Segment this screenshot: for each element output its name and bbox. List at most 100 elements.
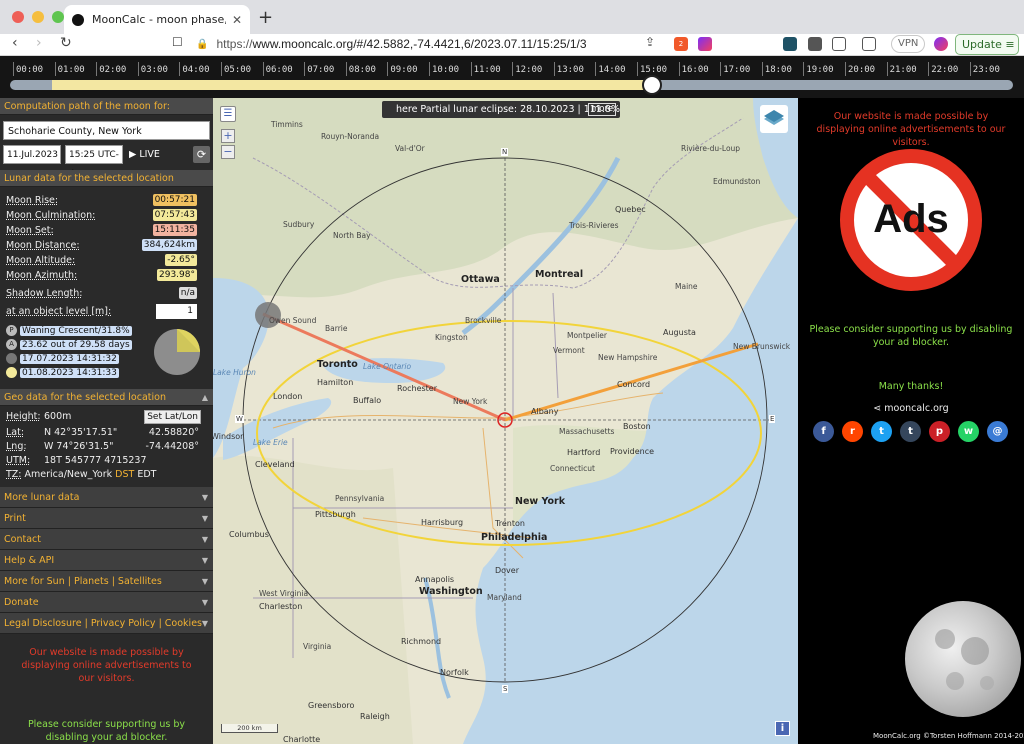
time-tick <box>553 62 555 76</box>
puzzle-extensions-icon[interactable] <box>808 37 822 51</box>
lunar-data-row: Moon Altitude: -2.65° <box>0 253 213 268</box>
map-place-label: Montreal <box>535 269 584 280</box>
refresh-icon[interactable]: ⟳ <box>193 146 210 163</box>
expand-icon[interactable]: ▼ <box>202 487 208 508</box>
left-panel: Computation path of the moon for: Schoha… <box>0 98 213 744</box>
wallet-icon[interactable] <box>862 37 876 51</box>
lunar-data-row: Moon Distance: 384,624km <box>0 238 213 253</box>
eclipse-banner[interactable]: here Partial lunar eclipse: 28.10.2023 |… <box>382 101 620 118</box>
browser-tab[interactable]: MoonCalc - moon phase, lunar ✕ <box>64 5 250 34</box>
zoom-in-button[interactable]: + <box>221 129 235 143</box>
live-button[interactable]: ▶ LIVE <box>129 149 160 160</box>
menu-section-1[interactable]: Print ▼ <box>0 508 213 529</box>
menu-section-4[interactable]: More for Sun | Planets | Satellites ▼ <box>0 571 213 592</box>
expand-icon[interactable]: ▼ <box>202 613 208 634</box>
time-tick-label: 11:00 <box>473 65 501 75</box>
time-input[interactable]: 15:25 UTC-4 <box>65 145 123 179</box>
set-lat-lon-button[interactable]: Set Lat/Lon <box>144 410 201 424</box>
collapse-icon[interactable]: ▲ <box>202 389 208 406</box>
expand-icon[interactable]: ▼ <box>202 529 208 550</box>
expand-icon[interactable]: ▼ <box>202 550 208 571</box>
hamburger-menu-icon[interactable]: ☰ <box>220 106 236 122</box>
menu-section-label: Donate <box>4 597 39 608</box>
whatsapp-share-icon[interactable]: w <box>958 421 979 442</box>
lng-label: Lng: <box>6 441 27 452</box>
time-tick-label: 03:00 <box>140 65 168 75</box>
facebook-share-icon[interactable]: f <box>813 421 834 442</box>
expand-icon[interactable]: ▼ <box>202 571 208 592</box>
time-tick-label: 10:00 <box>432 65 460 75</box>
reload-icon[interactable]: ↻ <box>60 35 72 51</box>
time-tick-label: 07:00 <box>307 65 335 75</box>
profile-avatar[interactable] <box>934 37 948 51</box>
lunar-data-header[interactable]: Lunar data for the selected location <box>0 170 213 187</box>
sidebar-toggle-icon[interactable] <box>832 37 846 51</box>
expand-icon[interactable]: ▼ <box>202 508 208 529</box>
phase-marker-icon: P <box>6 325 17 336</box>
menu-section-2[interactable]: Contact ▼ <box>0 529 213 550</box>
tz-abbr: EDT <box>137 469 157 480</box>
pinterest-share-icon[interactable]: p <box>929 421 950 442</box>
phase-marker-icon: A <box>6 339 17 350</box>
thanks-text: Many thanks! <box>878 381 944 392</box>
map-place-label: Massachusetts <box>559 427 615 436</box>
brave-rewards-icon[interactable] <box>698 37 712 51</box>
zoom-out-button[interactable]: − <box>221 145 235 159</box>
back-icon[interactable]: ‹ <box>12 35 18 51</box>
new-tab-icon[interactable]: + <box>258 7 273 28</box>
shadow-length-value: n/a <box>178 287 197 299</box>
map-place-label: West Virginia <box>259 589 309 598</box>
computation-header: Computation path of the moon for: <box>0 98 213 115</box>
time-slider-handle[interactable] <box>641 75 662 95</box>
location-input[interactable]: Schoharie County, New York <box>3 121 210 140</box>
extension-icon[interactable] <box>783 37 797 51</box>
minimize-window-button[interactable] <box>32 11 44 23</box>
eclipse-more-button[interactable]: more <box>587 103 616 116</box>
time-tick-label: 23:00 <box>972 65 1000 75</box>
time-tick <box>678 62 680 76</box>
vpn-button[interactable]: VPN <box>891 35 926 53</box>
map-place-label: New Hampshire <box>598 353 658 362</box>
lunar-data-row: Moon Rise: 00:57:21 <box>0 193 213 208</box>
map-place-label: Augusta <box>663 328 696 337</box>
tab-close-icon[interactable]: ✕ <box>232 13 242 27</box>
map-view[interactable]: Timmins Rouyn-Noranda Val-d'Or Rivière-du-L… <box>213 98 798 744</box>
brave-shield-icon[interactable]: 2 <box>674 37 688 51</box>
bookmark-icon[interactable]: ☐ <box>172 35 183 49</box>
lunar-data-row: Moon Culmination: 07:57:43 <box>0 208 213 223</box>
map-place-label: Owen Sound <box>269 316 317 325</box>
object-level-input[interactable]: 1 <box>156 304 197 319</box>
map-place-label: New York <box>453 397 488 406</box>
tumblr-share-icon[interactable]: t <box>900 421 921 442</box>
map-place-label: Cleveland <box>255 460 295 469</box>
shadow-length-row: Shadow Length: n/a <box>0 286 213 301</box>
menu-section-0[interactable]: More lunar data ▼ <box>0 487 213 508</box>
maximize-window-button[interactable] <box>52 11 64 23</box>
time-slider[interactable]: 00:00 01:00 02:00 03:00 04:00 05:00 06:00 07:00… <box>0 56 1024 98</box>
map-place-label: Dover <box>495 566 519 575</box>
forward-icon[interactable]: › <box>36 35 42 51</box>
share-label: mooncalc.org <box>884 403 949 414</box>
menu-section-6[interactable]: Legal Disclosure | Privacy Policy | Cook… <box>0 613 213 634</box>
ads-text: Ads <box>873 197 949 241</box>
email-share-icon[interactable]: @ <box>987 421 1008 442</box>
map-info-icon[interactable]: i <box>775 721 790 736</box>
close-window-button[interactable] <box>12 11 24 23</box>
menu-section-5[interactable]: Donate ▼ <box>0 592 213 613</box>
twitter-share-icon[interactable]: t <box>871 421 892 442</box>
share-page-icon[interactable]: ⇪ <box>645 35 655 49</box>
geo-data-header[interactable]: Geo data for the selected location ▲ <box>0 389 213 406</box>
menu-section-3[interactable]: Help & API ▼ <box>0 550 213 571</box>
layers-icon[interactable] <box>760 105 788 133</box>
time-tick-label: 14:00 <box>598 65 626 75</box>
update-button[interactable]: Update ≡ <box>955 34 1019 55</box>
menu-section-label: Help & API <box>4 555 55 566</box>
reddit-share-icon[interactable]: r <box>842 421 863 442</box>
date-input[interactable]: 11.Jul.2023 <box>3 145 61 164</box>
browser-toolbar: ‹ › ↻ ☐ 🔒 https://www.mooncalc.org/#/42.… <box>0 34 1024 56</box>
expand-icon[interactable]: ▼ <box>202 592 208 613</box>
lunar-data-value: 293.98° <box>157 269 197 281</box>
time-tick-label: 02:00 <box>99 65 127 75</box>
share-link[interactable]: ⋖ mooncalc.org <box>798 403 1024 414</box>
lat-label: Lat: <box>6 427 25 438</box>
